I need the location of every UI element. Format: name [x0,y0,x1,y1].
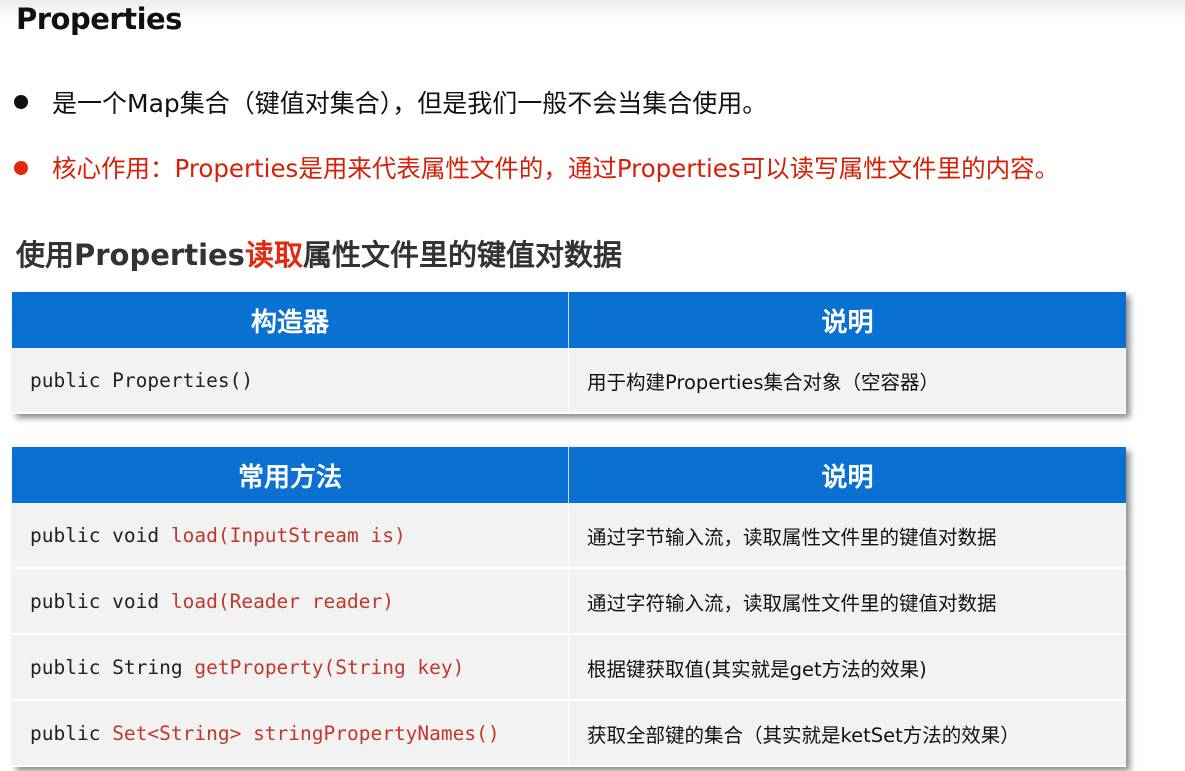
code-cell: public void load(InputStream is) [12,503,569,569]
bullet-item-1: 是一个Map集合（键值对集合），但是我们一般不会当集合使用。 [12,84,767,120]
bullet-text-1: 是一个Map集合（键值对集合），但是我们一般不会当集合使用。 [52,89,768,118]
code-plain: public Properties() [30,368,254,392]
table-row: public Set<String> stringPropertyNames()… [12,700,1126,767]
column-header-method: 常用方法 [12,447,569,503]
code-cell: public Set<String> stringPropertyNames() [12,700,569,767]
code-highlight: Set<String> stringPropertyNames() [112,721,500,745]
table-header-row: 构造器 说明 [12,292,1126,348]
column-header-description: 说明 [568,292,1126,348]
description-cell: 获取全部键的集合（其实就是ketSet方法的效果） [568,700,1126,767]
table-row: public void load(Reader reader) 通过字符输入流，… [12,568,1126,635]
constructor-table: 构造器 说明 public Properties() 用于构建Propertie… [12,292,1126,414]
column-header-description: 说明 [568,447,1126,503]
table-row: public String getProperty(String key) 根据… [12,634,1126,701]
table-header-row: 常用方法 说明 [12,447,1126,503]
table-row: public void load(InputStream is) 通过字节输入流… [12,503,1126,569]
column-header-constructor: 构造器 [12,292,569,348]
bullet-text-2: 核心作用：Properties是用来代表属性文件的，通过Properties可以… [52,154,1060,183]
description-cell: 通过字符输入流，读取属性文件里的键值对数据 [568,568,1126,635]
section-heading: 使用Properties读取属性文件里的键值对数据 [16,232,622,274]
table-row: public Properties() 用于构建Properties集合对象（空… [12,348,1126,414]
description-cell: 通过字节输入流，读取属性文件里的键值对数据 [568,503,1126,569]
code-plain: public void [30,589,171,613]
code-highlight: getProperty(String key) [194,655,465,679]
code-cell: public String getProperty(String key) [12,634,569,701]
heading-suffix: 属性文件里的键值对数据 [302,238,622,272]
bullet-item-2: 核心作用：Properties是用来代表属性文件的，通过Properties可以… [12,150,1059,185]
code-plain: public void [30,523,171,547]
description-cell: 用于构建Properties集合对象（空容器） [568,348,1126,414]
bullet-dot-icon [14,160,28,175]
description-cell: 根据键获取值(其实就是get方法的效果) [568,634,1126,701]
code-cell: public void load(Reader reader) [12,568,569,635]
heading-prefix: 使用Properties [16,238,245,272]
code-cell: public Properties() [12,348,569,414]
code-plain: public String [30,655,195,679]
code-highlight: load(InputStream is) [170,523,406,547]
page-title: Properties [16,2,182,36]
code-plain: public [30,721,113,745]
heading-highlight: 读取 [244,238,303,272]
method-table: 常用方法 说明 public void load(InputStream is)… [12,447,1126,767]
bullet-dot-icon [14,95,28,109]
code-highlight: load(Reader reader) [170,589,394,613]
